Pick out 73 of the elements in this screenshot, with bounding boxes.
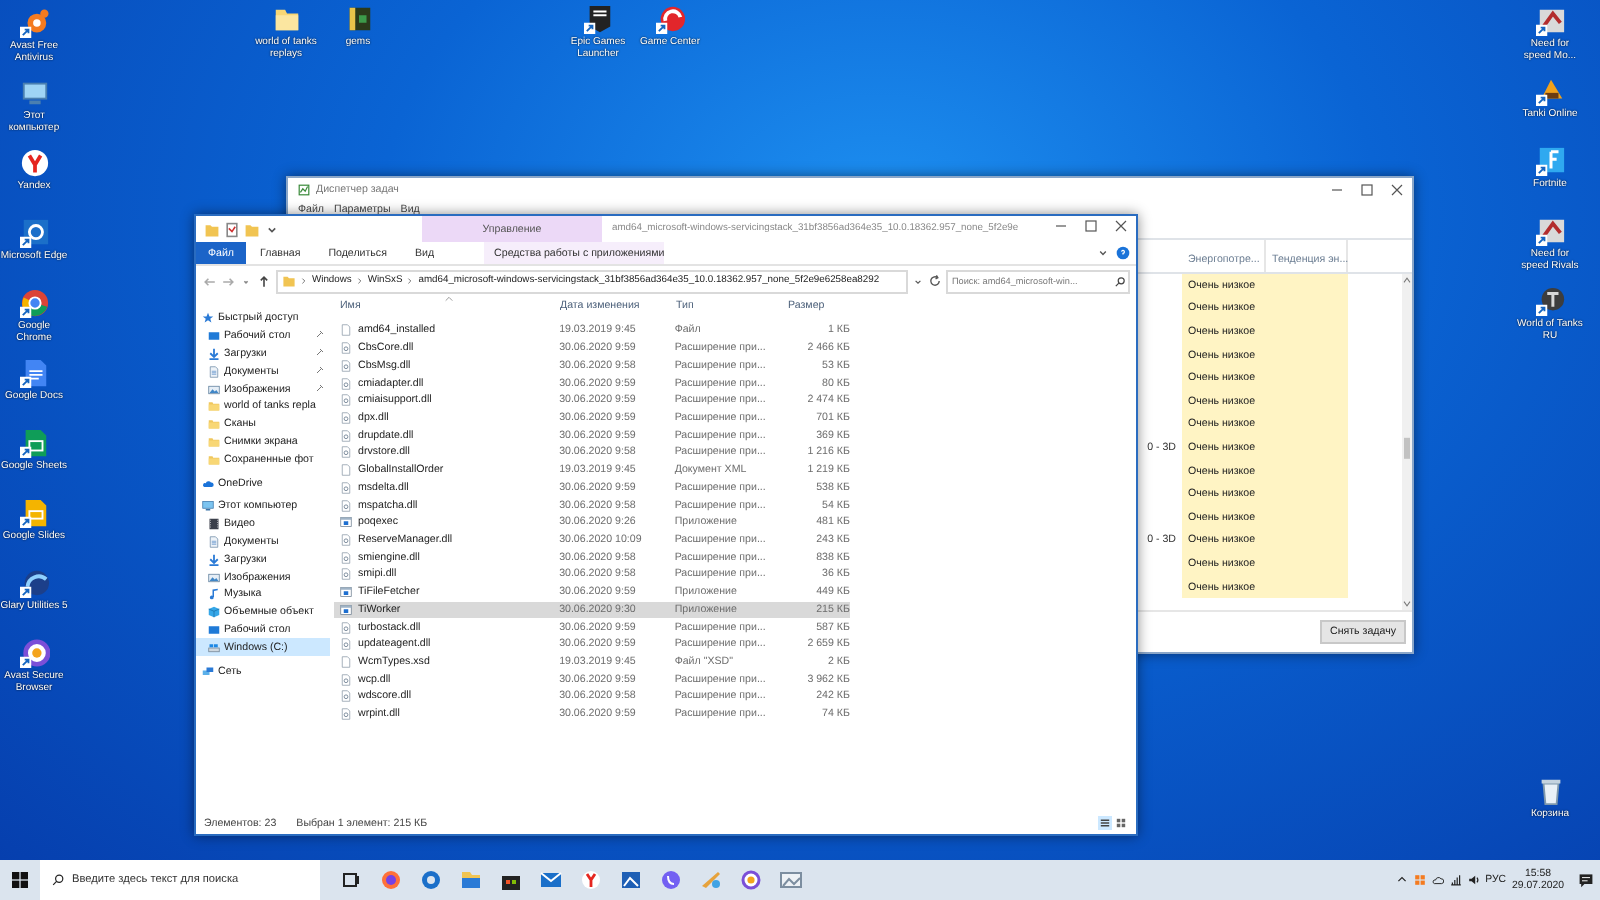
music-note-icon (208, 588, 220, 601)
folder-icon (282, 274, 296, 288)
edge-browser-icon[interactable] (418, 870, 444, 890)
sort-caret-icon (444, 296, 454, 302)
properties-icon[interactable] (224, 221, 240, 237)
photo-viewer-icon[interactable] (778, 870, 804, 890)
document-icon (208, 365, 220, 378)
drive-icon (208, 641, 220, 654)
app-logo-icon (19, 568, 49, 598)
chevron-right-icon[interactable] (300, 274, 308, 288)
folder-icon (208, 400, 220, 413)
picture-icon (208, 383, 220, 396)
search-icon (52, 874, 64, 886)
help-icon[interactable] (1116, 246, 1130, 260)
document-icon (19, 358, 49, 388)
document-icon (19, 498, 49, 528)
film-icon (208, 518, 220, 531)
app-logo-icon (19, 148, 49, 178)
network-icon (202, 665, 214, 678)
phone-bubble-icon[interactable] (658, 870, 684, 890)
cloud-icon (202, 477, 214, 490)
ring-logo-icon[interactable] (738, 870, 764, 890)
picture-icon[interactable] (618, 870, 644, 890)
chevron-down-icon[interactable] (1096, 246, 1110, 260)
document-icon (19, 428, 49, 458)
app-logo-icon[interactable] (578, 870, 604, 890)
folder-icon[interactable] (458, 870, 484, 890)
network-icon[interactable] (1449, 874, 1462, 886)
app-logo-icon (1535, 76, 1565, 106)
envelope-icon[interactable] (538, 870, 564, 890)
document-icon (208, 535, 220, 548)
chevron-right-icon[interactable] (406, 274, 415, 288)
chevron-right-icon[interactable] (355, 274, 364, 288)
app-logo-icon (19, 218, 49, 248)
refresh-icon[interactable] (928, 274, 942, 288)
monitor-icon (19, 78, 49, 108)
scrollbar[interactable] (1402, 274, 1412, 610)
notification-icon[interactable] (1578, 872, 1594, 888)
browser-icon[interactable] (378, 870, 404, 890)
caret-up-icon[interactable] (1395, 874, 1408, 886)
app-logo-icon (19, 638, 49, 668)
picture-icon (208, 571, 220, 584)
app-logo-icon (1535, 146, 1565, 176)
cube-icon (208, 606, 220, 619)
shopping-bag-icon[interactable] (498, 870, 524, 890)
details-view-icon[interactable] (1098, 816, 1112, 830)
app-logo-icon (19, 8, 49, 38)
tiles-view-icon[interactable] (1114, 816, 1128, 830)
app-logo-icon (1535, 6, 1565, 36)
download-arrow-icon (208, 553, 220, 566)
chart-window-icon (298, 184, 310, 196)
folder-icon (208, 453, 220, 466)
folder-icon (208, 418, 220, 431)
folder-icon (204, 221, 220, 237)
app-logo-icon (1535, 216, 1565, 246)
folder-icon (271, 4, 301, 34)
app-logo-icon (1535, 286, 1565, 316)
app-logo-icon (19, 288, 49, 318)
desktop-icon (208, 623, 220, 636)
download-arrow-icon (208, 347, 220, 360)
star-icon (202, 312, 214, 325)
caret-down-icon[interactable] (912, 275, 924, 287)
windows-logo-icon[interactable] (12, 872, 28, 888)
search-icon (1114, 275, 1126, 287)
computer-icon (202, 500, 214, 513)
task-view-icon[interactable] (338, 870, 364, 890)
desktop-icon (208, 330, 220, 343)
cloud-icon[interactable] (1431, 874, 1444, 886)
folder-icon (208, 435, 220, 448)
up-arrow-icon[interactable] (256, 273, 272, 289)
speaker-icon[interactable] (1467, 874, 1480, 886)
app-logo-icon (655, 4, 685, 34)
app-logo-icon (583, 4, 613, 34)
